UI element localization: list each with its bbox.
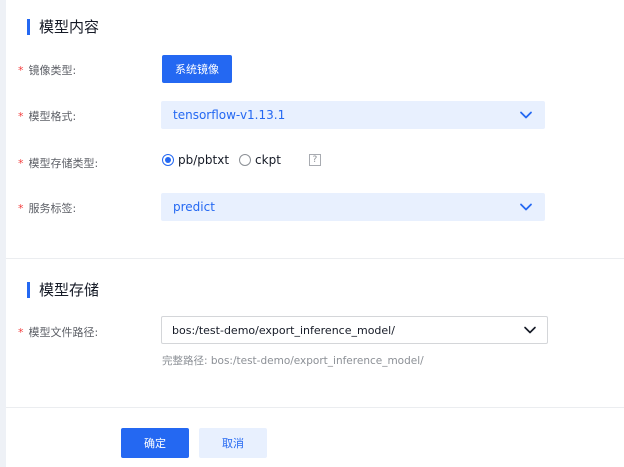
radio-option-ckpt[interactable]: ckpt xyxy=(239,153,281,167)
file-path-value: bos:/test-demo/export_inference_model/ xyxy=(172,323,395,337)
image-type-label-text: 镜像类型: xyxy=(28,64,77,77)
section-accent-bar xyxy=(27,18,30,35)
left-rail xyxy=(0,0,6,467)
section-accent-bar xyxy=(27,281,30,298)
service-tag-value: predict xyxy=(173,200,215,214)
model-format-value: tensorflow-v1.13.1 xyxy=(173,108,286,122)
chevron-down-icon xyxy=(524,326,536,334)
model-format-select[interactable]: tensorflow-v1.13.1 xyxy=(161,101,545,129)
form-page: 模型内容 * 镜像类型: 系统镜像 * 模型格式: tensorflow-v1.13… xyxy=(0,0,624,467)
storage-type-label: * 模型存储类型: xyxy=(18,155,98,171)
model-format-label-text: 模型格式: xyxy=(28,110,77,123)
section-title-text: 模型内容 xyxy=(39,18,100,36)
file-path-select[interactable]: bos:/test-demo/export_inference_model/ xyxy=(161,316,548,344)
required-mark: * xyxy=(18,326,24,339)
file-path-label: * 模型文件路径: xyxy=(18,324,98,340)
cancel-button[interactable]: 取消 xyxy=(199,428,267,458)
service-tag-select[interactable]: predict xyxy=(161,193,545,221)
section-divider xyxy=(6,258,624,259)
confirm-button[interactable]: 确定 xyxy=(121,428,189,458)
radio-option-pb[interactable]: pb/pbtxt xyxy=(162,153,229,167)
service-tag-label-text: 服务标签: xyxy=(28,202,77,215)
model-format-label: * 模型格式: xyxy=(18,108,76,124)
radio-option-label: pb/pbtxt xyxy=(178,153,230,167)
radio-option-label: ckpt xyxy=(255,153,281,167)
image-type-label: * 镜像类型: xyxy=(18,62,76,78)
chevron-down-icon xyxy=(520,111,532,119)
service-tag-label: * 服务标签: xyxy=(18,200,76,216)
full-path-hint: 完整路径: bos:/test-demo/export_inference_mo… xyxy=(162,355,424,367)
radio-checked-icon xyxy=(162,154,174,166)
radio-unchecked-icon xyxy=(239,154,252,166)
footer-divider xyxy=(6,407,624,408)
file-path-label-text: 模型文件路径: xyxy=(28,326,99,339)
section-title-text: 模型存储 xyxy=(39,281,100,299)
section-title-model-content: 模型内容 xyxy=(27,16,99,37)
storage-type-radio-group: pb/pbtxt ckpt ? xyxy=(162,152,321,168)
chevron-down-icon xyxy=(520,203,532,211)
required-mark: * xyxy=(18,110,24,123)
required-mark: * xyxy=(18,157,24,170)
required-mark: * xyxy=(18,202,24,215)
help-icon[interactable]: ? xyxy=(308,154,321,166)
section-title-model-storage: 模型存储 xyxy=(27,279,99,300)
required-mark: * xyxy=(18,64,24,77)
system-image-button[interactable]: 系统镜像 xyxy=(162,55,232,83)
storage-type-label-text: 模型存储类型: xyxy=(28,157,99,170)
